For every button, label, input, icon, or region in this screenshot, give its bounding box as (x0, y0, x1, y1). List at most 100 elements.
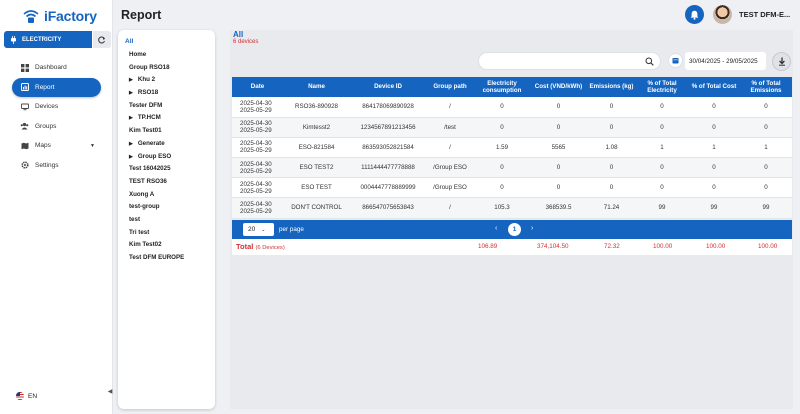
per-page-label: per page (279, 226, 304, 233)
tree-item[interactable]: ▶ Group ESO (129, 151, 215, 164)
notifications-button[interactable] (685, 5, 704, 24)
table-cell: ESO TEST (301, 184, 332, 192)
table-cell: 0 (500, 123, 504, 131)
collapse-arrow-icon[interactable]: ◀ (107, 386, 113, 396)
total-device-count: (6 Devices) (255, 245, 285, 251)
report-scope-title: All (233, 30, 244, 39)
table-row[interactable]: 2025-04-30 2025-05-29 ESO-821584 863593052… (232, 137, 792, 158)
table-cell: ESO-821584 (298, 143, 335, 151)
table-cell: /Group ESO (433, 164, 467, 172)
table-cell: 1 (660, 143, 664, 151)
sidebar-item-settings[interactable]: Settings (12, 156, 101, 176)
table-cell: 0 (609, 103, 614, 111)
sidebar-item-devices[interactable]: Devices (12, 97, 101, 117)
table-row[interactable]: 2025-04-30 2025-05-29 RSO36-890928 8641780… (232, 97, 792, 118)
download-button[interactable] (772, 52, 791, 71)
tree-item[interactable]: Test DFM EUROPE (129, 252, 215, 265)
tree-item[interactable]: TEST RSO36 (129, 176, 215, 189)
table-row[interactable]: 2025-04-30 2025-05-29 Kimtesst2 1234567891… (232, 117, 792, 138)
search-input[interactable] (478, 52, 661, 70)
calendar-button[interactable] (668, 53, 683, 68)
tree-item-all[interactable]: All (125, 35, 215, 49)
per-page-select[interactable]: 20 ⌄ (243, 223, 274, 236)
table-cell: DON'T CONTROL (291, 204, 342, 212)
table-cell: 0 (609, 123, 614, 131)
tree-item[interactable]: Test 16042025 (129, 163, 215, 176)
user-avatar[interactable] (713, 5, 732, 24)
sidebar-item-label: Maps (35, 142, 51, 150)
search-icon (645, 57, 654, 66)
table-cell: 0 (556, 103, 561, 111)
table-cell: 866547075653843 (362, 204, 414, 212)
sidebar-item-dashboard[interactable]: Dashboard (12, 58, 101, 78)
tree-item[interactable]: Kim Test01 (129, 125, 215, 138)
column-header: Cost (VND/kWh) (534, 83, 583, 91)
wifi-logo-icon (23, 10, 39, 23)
column-header: % of Total Cost (691, 83, 737, 91)
tree-item[interactable]: Xuong A (129, 189, 215, 202)
module-selector[interactable]: ELECTRICITY (4, 31, 92, 48)
tree-item[interactable]: Home (129, 49, 215, 62)
sidebar-item-report[interactable]: Report (12, 77, 101, 97)
table-cell: 0 (660, 103, 664, 111)
expand-arrow-icon[interactable]: ▶ (129, 77, 133, 83)
total-row: Total (6 Devices) 106.89 374,104.50 72.3… (232, 239, 792, 255)
tree-item[interactable]: Tester DFM (129, 100, 215, 113)
sidebar-item-maps[interactable]: Maps ▼ (12, 136, 101, 156)
language-selector[interactable]: EN (16, 392, 37, 400)
table-cell: / (449, 143, 451, 151)
sidebar-item-groups[interactable]: Groups (12, 117, 101, 137)
device-count: 6 devices (233, 39, 259, 45)
chevron-down-icon: ▼ (90, 142, 95, 149)
expand-arrow-icon[interactable]: ▶ (129, 141, 133, 147)
table-cell: 0 (660, 123, 664, 131)
group-tree-panel: All Home Group RSO18 ▶ Khu 2 ▶ RSO18 Tester DF… (118, 30, 215, 409)
table-cell: 368539.5 (545, 204, 572, 212)
tree-item[interactable]: ▶ Generate (129, 138, 215, 151)
expand-arrow-icon[interactable]: ▶ (129, 115, 133, 121)
table-cell: 99 (658, 204, 666, 212)
app-name: iFactory (44, 8, 97, 24)
column-header: Electricity consumption (482, 79, 522, 94)
table-cell: 5565 (551, 143, 566, 151)
user-name[interactable]: TEST DFM-E... (739, 10, 790, 19)
tree-item-label: Kim Test02 (129, 241, 162, 249)
tree-item[interactable]: ▶ RSO18 (129, 87, 215, 100)
tree-item[interactable]: test (129, 214, 215, 227)
refresh-icon (98, 36, 105, 43)
table-cell: 2025-04-30 2025-05-29 (240, 180, 272, 195)
date-range-picker[interactable]: 30/04/2025 - 29/05/2025 (685, 52, 766, 70)
table-cell: 0 (500, 164, 504, 172)
column-header: % of Total Electricity (647, 79, 677, 94)
table-cell: 1111444477778888 (361, 164, 415, 172)
refresh-button[interactable] (93, 31, 111, 48)
table-row[interactable]: 2025-04-30 2025-05-29 ESO TEST 00044477788… (232, 177, 792, 198)
page-number-button[interactable]: 1 (508, 223, 521, 236)
maps-icon (20, 141, 29, 150)
app-logo[interactable]: iFactory (22, 6, 97, 26)
table-cell: 0 (500, 184, 504, 192)
table-row[interactable]: 2025-04-30 2025-05-29 ESO TEST2 1111444477… (232, 157, 792, 178)
expand-arrow-icon[interactable]: ▶ (129, 154, 133, 160)
tree-item[interactable]: Tri test (129, 227, 215, 240)
table-cell: 71.24 (603, 204, 620, 212)
table-cell: 0 (500, 103, 504, 111)
next-page-icon[interactable]: › (531, 225, 533, 232)
report-icon (20, 83, 29, 92)
tree-item[interactable]: Group RSO18 (129, 62, 215, 75)
table-cell: 105.3 (494, 204, 510, 212)
table-cell: 2025-04-30 2025-05-29 (240, 120, 272, 135)
total-electricity: 106.89 (478, 243, 498, 250)
tree-item[interactable]: test-group (129, 201, 215, 214)
page-title: Report (121, 8, 162, 22)
tree-item-label: TP.HCM (137, 114, 161, 122)
tree-item[interactable]: ▶ TP.HCM (129, 112, 215, 125)
tree-item[interactable]: ▶ Khu 2 (129, 74, 215, 87)
tree-item-label: test-group (129, 203, 160, 211)
total-cost: 374,104.50 (537, 243, 569, 250)
expand-arrow-icon[interactable]: ▶ (129, 90, 133, 96)
tree-item[interactable]: Kim Test02 (129, 239, 215, 252)
prev-page-icon[interactable]: ‹ (495, 225, 497, 232)
table-cell: 1 (712, 143, 716, 151)
table-row[interactable]: 2025-04-30 2025-05-29 DON'T CONTROL 866547… (232, 197, 792, 219)
